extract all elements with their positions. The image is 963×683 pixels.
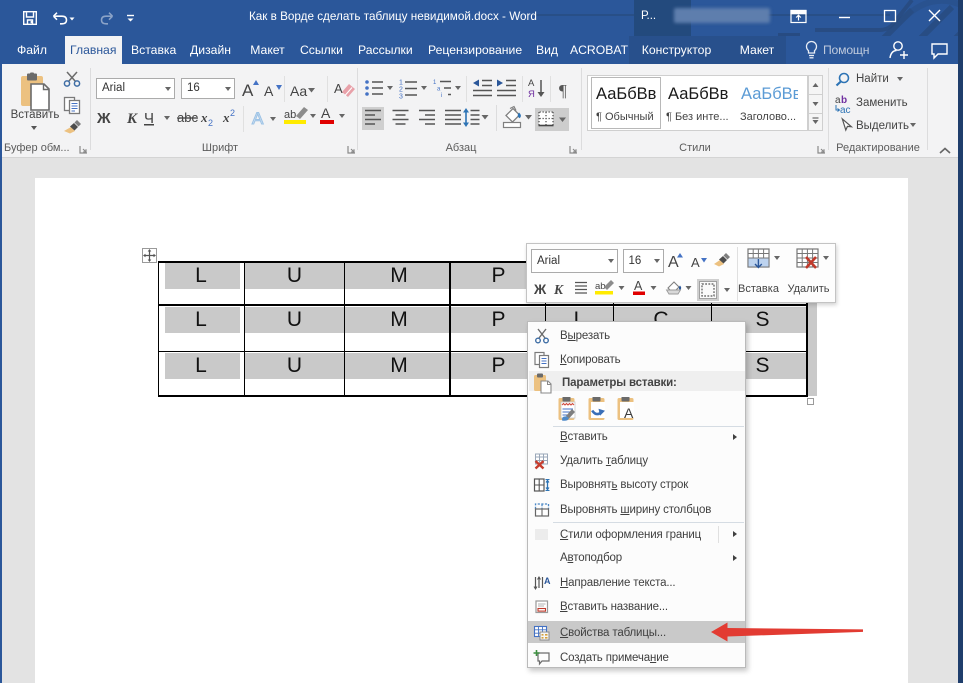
svg-text:A: A [691,255,700,270]
svg-text:Ч: Ч [144,110,154,127]
svg-text:1: 1 [399,80,403,87]
svg-text:А: А [634,279,643,293]
svg-text:А: А [544,576,551,586]
svg-text:x: x [200,110,208,125]
svg-text:Aa: Aa [290,83,307,99]
svg-text:A: A [334,81,343,96]
svg-text:¶: ¶ [559,81,567,100]
svg-text:ac: ac [840,105,851,116]
svg-text:3: 3 [399,94,403,101]
svg-text:i: i [441,93,442,99]
svg-text:А: А [321,105,331,121]
svg-text:A: A [264,83,274,99]
svg-text:a: a [437,87,441,93]
svg-text:2: 2 [208,118,213,128]
svg-text:2: 2 [230,108,235,118]
svg-text:abc: abc [177,110,198,125]
svg-text:2: 2 [399,87,403,94]
svg-text:A: A [624,405,634,421]
svg-text:A: A [252,109,264,128]
svg-text:Я: Я [528,89,535,100]
svg-text:Ж: Ж [533,282,547,297]
svg-text:A: A [668,254,679,271]
svg-text:K: K [126,111,138,127]
svg-text:ab: ab [595,281,606,292]
svg-text:1: 1 [433,80,437,86]
svg-text:ab: ab [284,109,296,121]
svg-text:x: x [222,110,230,125]
svg-text:A: A [242,81,254,100]
svg-text:А: А [528,78,535,89]
svg-text:Ж: Ж [96,110,111,127]
svg-text:K: K [553,282,564,297]
